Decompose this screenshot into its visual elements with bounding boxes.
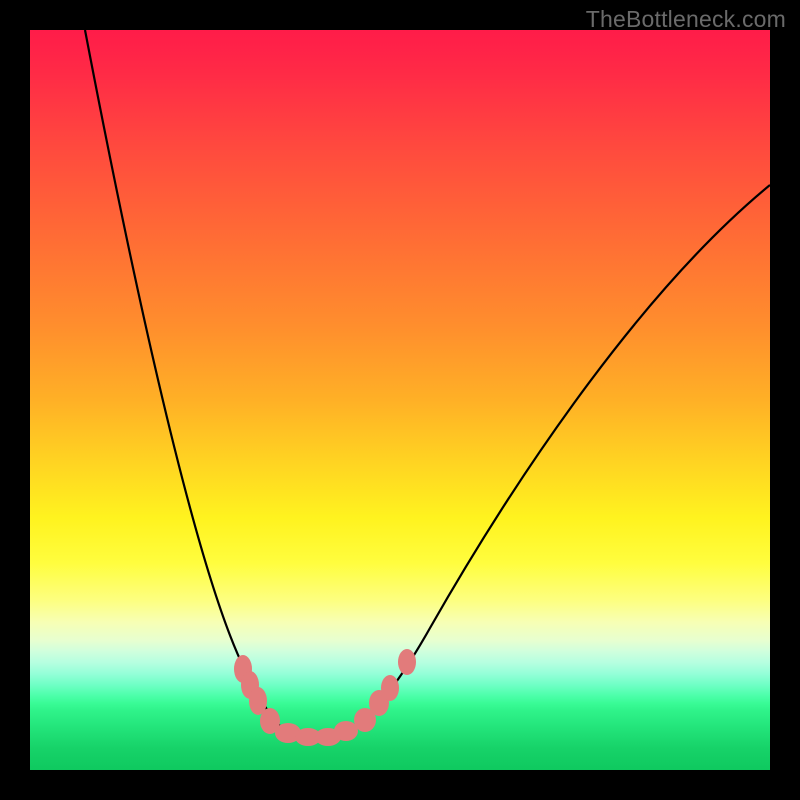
bottleneck-curve [85, 30, 770, 738]
curve-marker [381, 675, 399, 701]
curve-marker [398, 649, 416, 675]
curve-marker [334, 721, 358, 741]
chart-svg [30, 30, 770, 770]
marker-group [234, 649, 416, 746]
watermark-text: TheBottleneck.com [586, 6, 786, 33]
chart-frame [30, 30, 770, 770]
